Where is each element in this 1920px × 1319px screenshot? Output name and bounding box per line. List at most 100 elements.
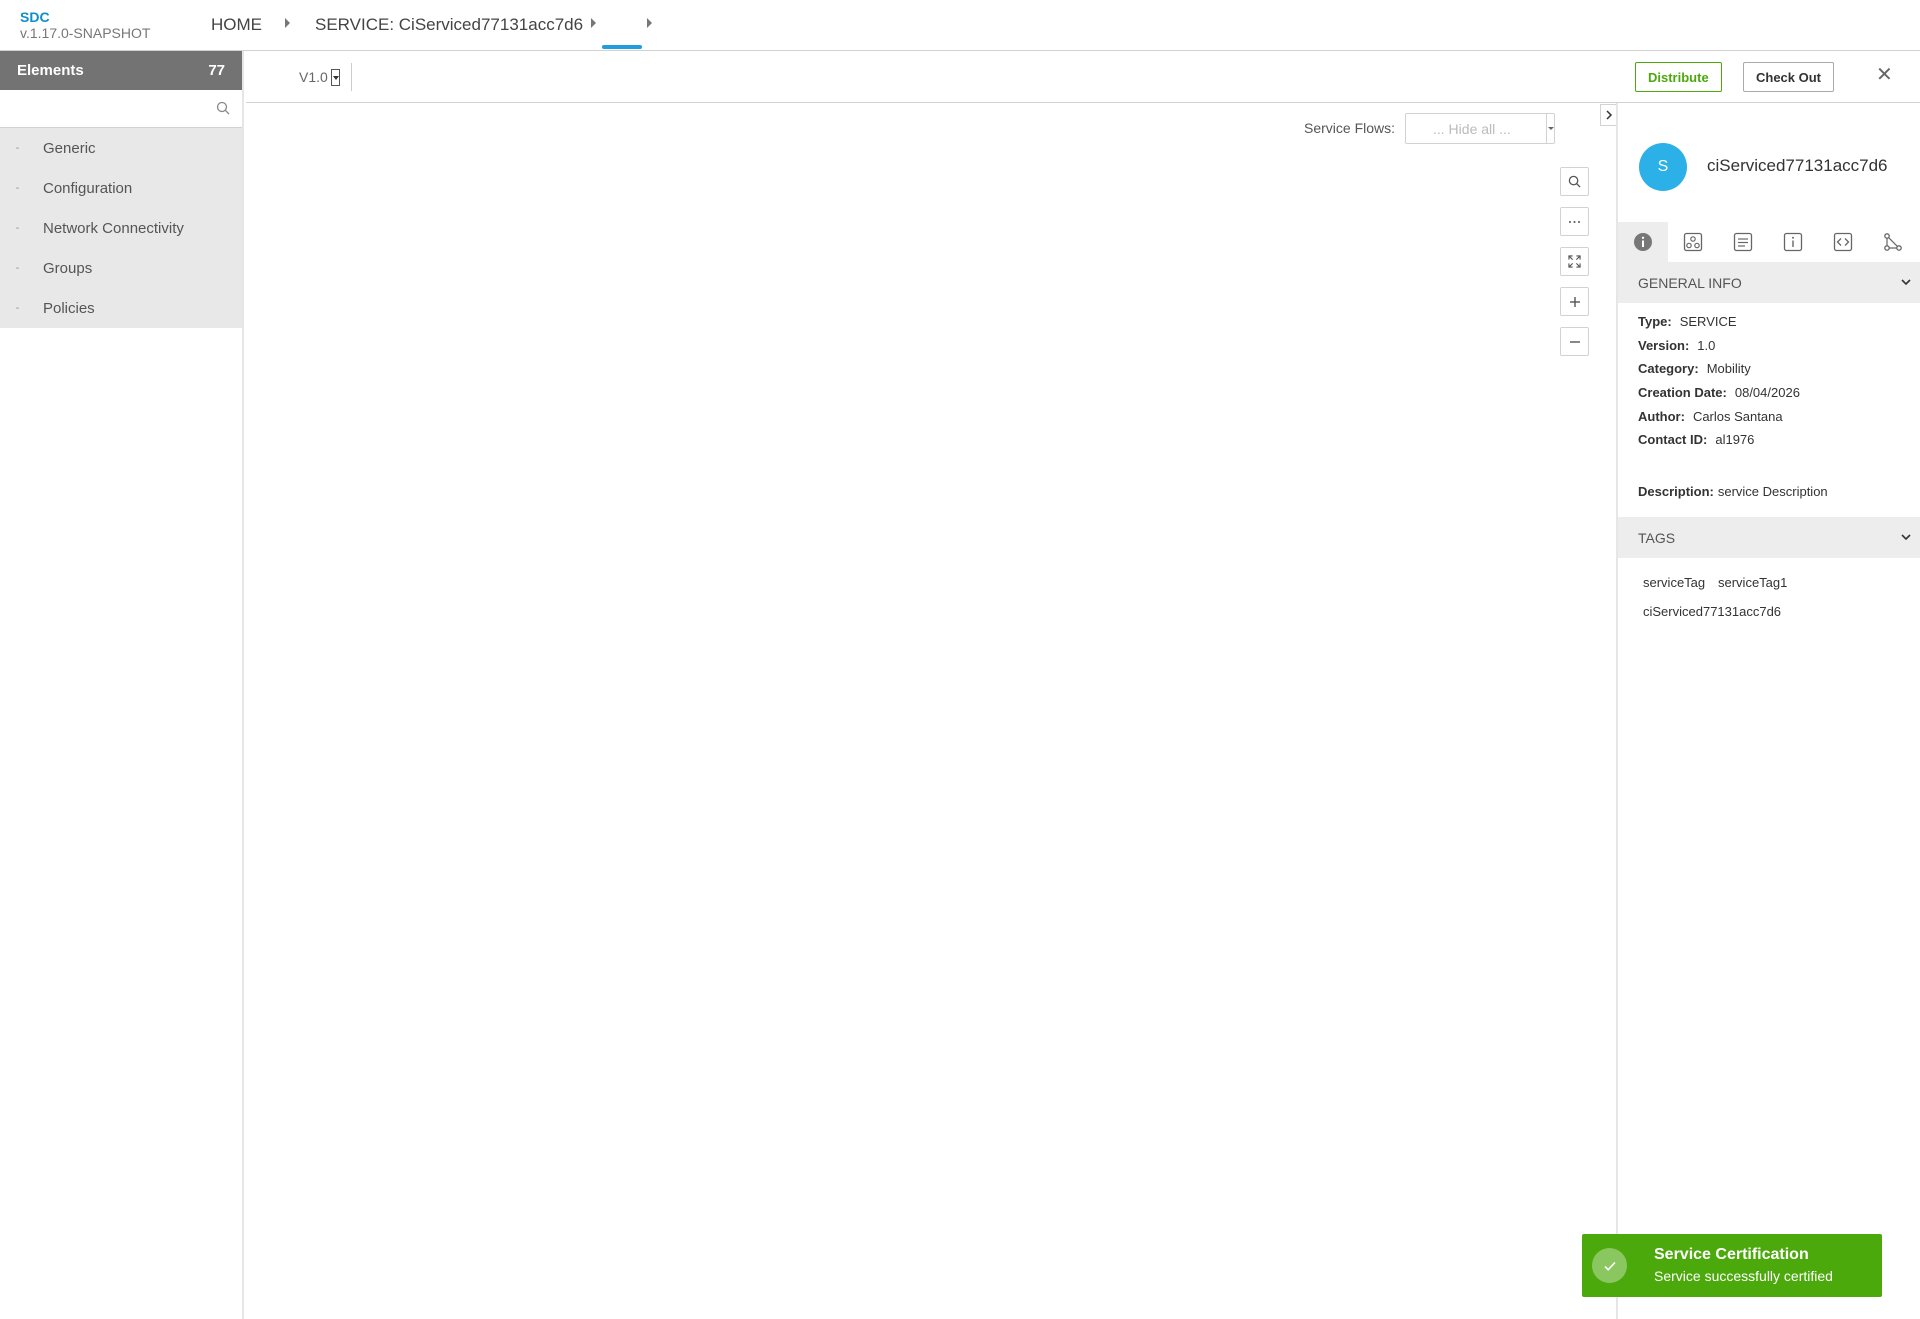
canvas-more-button[interactable] — [1560, 207, 1589, 236]
info-label: Type: — [1638, 314, 1672, 329]
info-label: Creation Date: — [1638, 385, 1727, 400]
palette-count: 77 — [208, 62, 225, 79]
palette-group-list: - Generic - Configuration - Network Conn… — [0, 128, 242, 328]
tags-title: TAGS — [1638, 530, 1676, 546]
more-dots-icon — [1569, 220, 1580, 223]
info-value: service Description — [1717, 484, 1828, 499]
info-label: Version: — [1638, 338, 1690, 353]
search-icon — [1568, 175, 1581, 188]
info-category: Category: Mobility — [1638, 361, 1751, 376]
chevron-down-icon[interactable] — [1900, 531, 1912, 543]
tab-deployment[interactable] — [1668, 222, 1718, 262]
expand-arrows-icon — [1568, 255, 1581, 268]
palette-group-label: Groups — [43, 259, 93, 277]
service-flows-select[interactable]: ... Hide all ... — [1405, 113, 1555, 144]
palette-group-configuration[interactable]: - Configuration — [0, 168, 242, 208]
info-label: Author: — [1638, 409, 1685, 424]
check-icon — [1592, 1248, 1627, 1283]
check-out-button[interactable]: Check Out — [1743, 62, 1835, 92]
palette-group-generic[interactable]: - Generic — [0, 128, 242, 168]
expand-icon: - — [15, 302, 20, 314]
brand-logo[interactable]: SDC v.1.17.0-SNAPSHOT — [20, 9, 150, 41]
info-value: 08/04/2026 — [1734, 385, 1800, 400]
expand-icon: - — [15, 182, 20, 194]
expand-icon: - — [15, 222, 20, 234]
chevron-down-icon[interactable] — [1900, 276, 1912, 288]
tag-item: serviceTag1 — [1718, 575, 1788, 590]
palette-title: Elements — [17, 62, 84, 79]
elements-palette: Elements 77 - Generic - Configuration - … — [0, 51, 244, 1319]
info-filled-icon — [1634, 233, 1652, 251]
chevron-right-icon — [1605, 110, 1612, 120]
collapse-panel-button[interactable] — [1600, 104, 1617, 126]
panel-tabs — [1618, 222, 1920, 262]
info-box-icon — [1783, 232, 1803, 252]
palette-group-policies[interactable]: - Policies — [0, 288, 242, 328]
expand-icon: - — [15, 262, 20, 274]
tab-code[interactable] — [1818, 222, 1868, 262]
tab-relations[interactable] — [1868, 222, 1918, 262]
info-contact-id: Contact ID: al1976 — [1638, 432, 1754, 447]
minus-icon — [1569, 340, 1580, 343]
caret-down-icon[interactable] — [1546, 114, 1554, 143]
info-description: Description: service Description — [1638, 484, 1828, 499]
toast-message: Service successfully certified — [1654, 1268, 1833, 1284]
info-type: Type: SERVICE — [1638, 314, 1737, 329]
breadcrumb-arrow-icon[interactable] — [285, 18, 290, 28]
distribute-button[interactable]: Distribute — [1635, 62, 1722, 92]
palette-group-groups[interactable]: - Groups — [0, 248, 242, 288]
composition-canvas[interactable] — [246, 104, 1616, 1319]
breadcrumb-service[interactable]: SERVICE: CiServiced77131acc7d6 — [315, 15, 583, 35]
service-flows-value: ... Hide all ... — [1433, 121, 1511, 137]
palette-search — [0, 90, 242, 128]
zoom-out-button[interactable] — [1560, 327, 1589, 356]
brand-version: v.1.17.0-SNAPSHOT — [20, 25, 151, 41]
palette-group-network-connectivity[interactable]: - Network Connectivity — [0, 208, 242, 248]
code-icon — [1833, 232, 1853, 252]
breadcrumb-arrow-icon[interactable] — [647, 18, 652, 28]
palette-group-label: Configuration — [43, 179, 133, 197]
info-value: Mobility — [1706, 361, 1751, 376]
fit-to-screen-button[interactable] — [1560, 247, 1589, 276]
info-value: 1.0 — [1697, 338, 1716, 353]
tab-information[interactable] — [1768, 222, 1818, 262]
relations-icon — [1884, 233, 1902, 251]
tag-item: serviceTag — [1643, 575, 1706, 590]
caret-down-icon[interactable] — [330, 68, 340, 86]
general-info-section-header[interactable]: GENERAL INFO — [1618, 262, 1920, 303]
info-label: Contact ID: — [1638, 432, 1708, 447]
expand-icon: - — [15, 142, 20, 154]
breadcrumb-home[interactable]: HOME — [211, 15, 262, 35]
tags-section-header[interactable]: TAGS — [1618, 517, 1920, 558]
success-toast[interactable]: Service Certification Service successful… — [1582, 1234, 1882, 1297]
workspace-toolbar: V1.0 Distribute Check Out ✕ — [246, 51, 1920, 103]
toast-title: Service Certification — [1654, 1246, 1809, 1263]
info-creation-date: Creation Date: 08/04/2026 — [1638, 385, 1800, 400]
list-icon — [1733, 232, 1753, 252]
version-label: V1.0 — [299, 69, 328, 85]
zoom-in-button[interactable] — [1560, 287, 1589, 316]
brand-name: SDC — [20, 9, 50, 25]
deployment-icon — [1683, 232, 1703, 252]
breadcrumb-arrow-icon[interactable] — [591, 18, 596, 28]
tab-general-info[interactable] — [1618, 222, 1668, 262]
tab-properties[interactable] — [1718, 222, 1768, 262]
plus-icon — [1569, 296, 1580, 307]
info-label: Category: — [1638, 361, 1699, 376]
palette-group-label: Generic — [43, 139, 96, 157]
close-icon[interactable]: ✕ — [1876, 65, 1893, 85]
palette-search-input[interactable] — [6, 90, 206, 126]
details-panel: S ciServiced77131acc7d6 GENERAL INFO Typ… — [1616, 103, 1920, 1319]
info-version: Version: 1.0 — [1638, 338, 1715, 353]
general-info-title: GENERAL INFO — [1638, 275, 1742, 291]
palette-header: Elements 77 — [0, 51, 242, 90]
canvas-search-button[interactable] — [1560, 167, 1589, 196]
search-icon[interactable] — [216, 101, 230, 115]
service-name: ciServiced77131acc7d6 — [1707, 156, 1888, 175]
version-selector[interactable]: V1.0 — [299, 68, 340, 87]
tag-item: ciServiced77131acc7d6 — [1643, 604, 1782, 619]
palette-group-label: Policies — [43, 299, 95, 317]
info-value: Carlos Santana — [1692, 409, 1783, 424]
info-label: Description: — [1638, 484, 1714, 499]
toolbar-divider — [351, 63, 352, 91]
